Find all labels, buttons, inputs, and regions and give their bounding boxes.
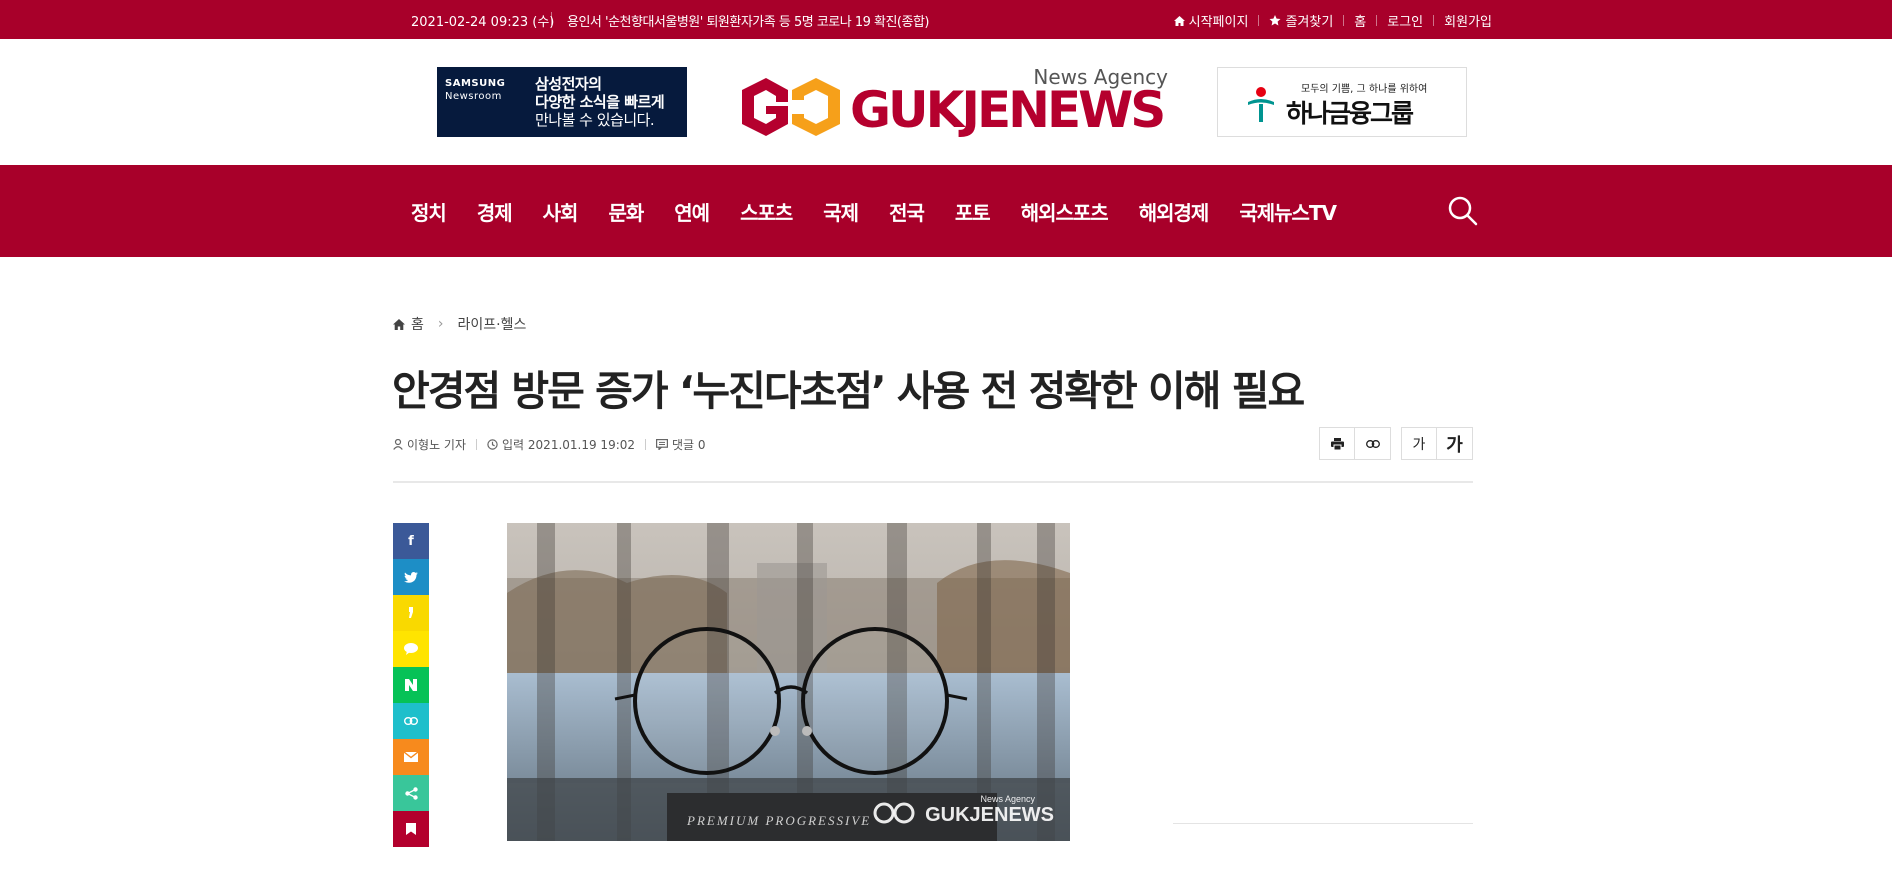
article-meta: 이형노 기자 입력 2021.01.19 19:02 댓글 0 (393, 436, 706, 453)
naverband-share-button[interactable] (393, 667, 429, 703)
email-icon (404, 752, 418, 762)
logo-wordmark: GUKJENEWS (850, 81, 1166, 139)
article-photo[interactable]: PREMIUM PROGRESSIVE News Agency GUKJENEW… (507, 523, 1070, 841)
share-icon (404, 786, 418, 800)
current-date: 2021-02-24 09:23 (수) (411, 15, 555, 30)
facebook-icon: f (408, 533, 414, 549)
more-share-button[interactable] (393, 775, 429, 811)
twitter-share-button[interactable] (393, 559, 429, 595)
bookmark-button[interactable] (393, 811, 429, 847)
nav-item-international[interactable]: 국제 (823, 197, 859, 226)
kakaotalk-icon (404, 643, 418, 655)
breadcrumb-home[interactable]: 홈 (411, 314, 424, 334)
comment-count[interactable]: 댓글 0 (656, 436, 706, 453)
nav-item-culture[interactable]: 문화 (608, 197, 644, 226)
article-headline: 안경점 방문 증가 ‘누진다초점’ 사용 전 정확한 이해 필요 (392, 367, 1305, 415)
facebook-share-button[interactable]: f (393, 523, 429, 559)
nav-menu: 정치 경제 사회 문화 연예 스포츠 국제 전국 포토 해외스포츠 해외경제 국… (411, 165, 1367, 257)
glasses-photo: PREMIUM PROGRESSIVE News Agency GUKJENEW… (507, 523, 1070, 841)
font-smaller-button[interactable]: 가 (1402, 428, 1437, 459)
headline-ticker[interactable]: 용인서 '순천향대서울병원' 퇴원환자가족 등 5명 코로나 19 확진(종합) (567, 11, 930, 30)
card-text: PREMIUM PROGRESSIVE (686, 813, 871, 828)
nav-item-nationwide[interactable]: 전국 (889, 197, 925, 226)
watermark-agency: News Agency (980, 794, 1035, 804)
print-icon (1330, 437, 1344, 450)
gukjenews-mark-icon (742, 78, 840, 136)
bookmark-icon (406, 823, 416, 835)
nav-item-overseas-sports[interactable]: 해외스포츠 (1021, 197, 1109, 226)
kakaostory-share-button[interactable] (393, 595, 429, 631)
start-page-link[interactable]: 시작페이지 (1173, 11, 1248, 30)
breadcrumb-section[interactable]: 라이프·헬스 (458, 314, 527, 334)
home-link[interactable]: 홈 (1354, 11, 1366, 30)
twitter-icon (404, 571, 418, 583)
bookmark-site-link[interactable]: 즐겨찾기 (1269, 11, 1333, 30)
naverband-icon (405, 679, 417, 691)
banner-slogan: 모두의 기쁨, 그 하나를 위하여 (1301, 84, 1428, 95)
banner-brand-name: 하나금융그룹 (1286, 99, 1414, 128)
samsung-newsroom-logo: SAMSUNG Newsroom (445, 78, 506, 102)
nav-item-news-tv[interactable]: 국제뉴스TV (1239, 197, 1337, 226)
top-bar: 2021-02-24 09:23 (수) 용인서 '순천향대서울병원' 퇴원환자… (0, 0, 1892, 39)
copy-link-button[interactable] (1355, 428, 1390, 459)
search-icon[interactable] (1447, 195, 1479, 227)
comment-icon (656, 439, 669, 450)
samsung-newsroom-banner[interactable]: SAMSUNG Newsroom 삼성전자의 다양한 소식을 빠르게 만나볼 수… (437, 67, 687, 137)
banner-message: 삼성전자의 다양한 소식을 빠르게 만나볼 수 있습니다. (535, 75, 665, 129)
nav-item-society[interactable]: 사회 (543, 197, 579, 226)
home-icon (393, 318, 405, 330)
reporter[interactable]: 이형노 기자 (393, 436, 466, 453)
utility-links: 시작페이지 즐겨찾기 홈 로그인 회원가입 (1173, 11, 1492, 30)
email-share-button[interactable] (393, 739, 429, 775)
link-icon (404, 717, 418, 725)
link-share-button[interactable] (393, 703, 429, 739)
divider (393, 481, 1473, 483)
divider (551, 12, 552, 25)
watermark-word: GUKJENEWS (925, 804, 1054, 826)
nav-item-overseas-economy[interactable]: 해외경제 (1139, 197, 1210, 226)
share-toolbar: f (393, 523, 429, 847)
hana-logo-icon (1248, 87, 1274, 122)
hana-financial-banner[interactable]: 모두의 기쁨, 그 하나를 위하여 하나금융그룹 (1217, 67, 1467, 137)
clock-icon (487, 439, 498, 450)
kakaostory-icon (409, 607, 413, 618)
nav-item-sports[interactable]: 스포츠 (740, 197, 793, 226)
chevron-right-icon: › (437, 316, 444, 332)
breadcrumb: 홈 › 라이프·헬스 (393, 314, 526, 334)
nav-item-photo[interactable]: 포토 (955, 197, 991, 226)
font-larger-button[interactable]: 가 (1437, 428, 1472, 459)
home-icon (1173, 15, 1185, 26)
article-tools: 가 가 (1319, 427, 1473, 460)
user-icon (393, 439, 403, 450)
main-navigation: 정치 경제 사회 문화 연예 스포츠 국제 전국 포토 해외스포츠 해외경제 국… (0, 165, 1892, 257)
print-button[interactable] (1320, 428, 1355, 459)
sidebar-divider (1173, 823, 1473, 824)
login-link[interactable]: 로그인 (1387, 11, 1423, 30)
nav-item-entertainment[interactable]: 연예 (674, 197, 710, 226)
nav-item-economy[interactable]: 경제 (477, 197, 513, 226)
signup-link[interactable]: 회원가입 (1444, 11, 1492, 30)
nav-item-politics[interactable]: 정치 (411, 197, 447, 226)
site-logo[interactable]: News Agency GUKJENEWS (736, 63, 1168, 143)
link-icon (1365, 439, 1380, 448)
kakaotalk-share-button[interactable] (393, 631, 429, 667)
publish-time: 입력 2021.01.19 19:02 (487, 436, 635, 453)
star-icon (1269, 15, 1281, 26)
